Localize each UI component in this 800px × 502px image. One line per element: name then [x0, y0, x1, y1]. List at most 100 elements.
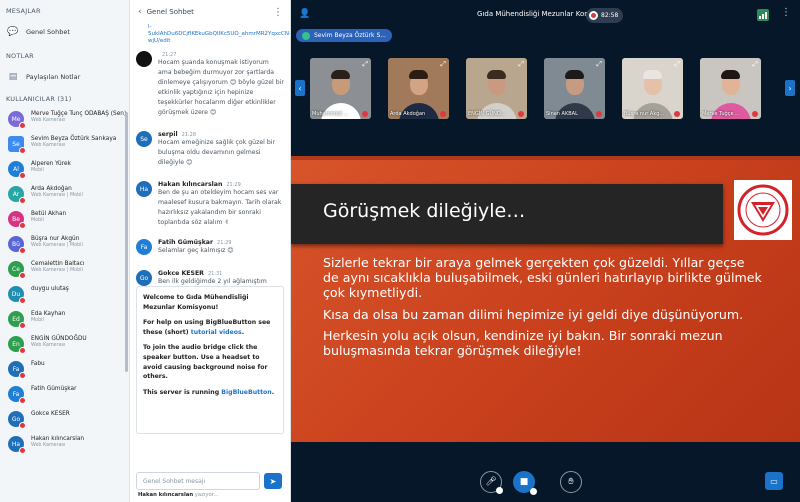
presentation-area: 👤 Gıda Mühendisliği Mezunlar Komisyonu 8… — [291, 0, 800, 502]
user-status-dot — [19, 397, 26, 404]
user-item[interactable]: Go Gokce KESER — [0, 408, 129, 433]
user-status-dot — [19, 347, 26, 354]
webcam-tile[interactable]: ⤢ Muhammed ... — [310, 58, 371, 119]
chat-title: Genel Sohbet — [146, 8, 194, 16]
user-initials: Fa — [12, 390, 20, 398]
slide-paragraph-1: Sizlerle tekrar bir araya gelmek gerçekt… — [323, 255, 762, 300]
tutorial-videos-link[interactable]: tutorial videos — [191, 329, 242, 336]
webcam-next-arrow[interactable]: › — [785, 80, 795, 96]
webcam-tile[interactable]: ⤢ Arda Akdoğan — [388, 58, 449, 119]
shared-link[interactable]: l-5ukIAhDu6DCjflKEkuGbQIIKc5UO_ahmrMR2Yq… — [148, 24, 290, 45]
typing-suffix: yazıyor... — [193, 492, 219, 498]
user-initials: Al — [13, 165, 19, 173]
webcam-tile[interactable]: ⤢ Büşra nur Akg... — [622, 58, 683, 119]
user-avatar: Fa — [8, 361, 26, 379]
user-initials: Ar — [12, 190, 20, 198]
user-name: Fabu — [31, 361, 45, 367]
webcam-strip: ⤢ Muhammed ... ⤢ Arda Akdoğan ⤢ ENGİN GÜND...… — [310, 58, 780, 119]
user-item[interactable]: Al Alperen Yürek Mobil — [0, 158, 129, 183]
webcam-tile[interactable]: ⤢ Merve Tuğçe ... — [700, 58, 761, 119]
chat-header: ‹ Genel Sohbet ⋮ — [130, 0, 290, 24]
options-menu-icon[interactable]: ⋮ — [781, 7, 791, 18]
fullscreen-icon[interactable]: ⤢ — [440, 60, 446, 69]
user-status-dot — [19, 372, 26, 379]
welcome-server-text: This server is running — [143, 388, 222, 396]
user-initials: Me — [11, 115, 21, 123]
toggle-chat-button[interactable]: ▭ — [765, 472, 783, 490]
welcome-line1: Welcome to Gıda Mühendisliği Mezunlar Ko… — [143, 294, 249, 311]
user-status-dot — [19, 172, 26, 179]
note-icon: ▤ — [8, 72, 18, 82]
shared-notes-item[interactable]: ▤ Paylaşılan Notlar — [6, 70, 125, 84]
mute-button[interactable]: 🎤︎ — [480, 471, 503, 494]
notes-section-title: NOTLAR — [6, 52, 34, 60]
user-item[interactable]: Ar Arda Akdoğan Web Kamerası | Mobil — [0, 183, 129, 208]
record-icon — [589, 11, 598, 20]
fullscreen-icon[interactable]: ⤢ — [752, 60, 758, 69]
webcam-user-label: ENGİN GÜND... — [468, 111, 506, 117]
slide-body: Sizlerle tekrar bir araya gelmek gerçekt… — [323, 255, 763, 366]
user-item[interactable]: Du duygu ulutaş — [0, 283, 129, 308]
user-item[interactable]: Fa Fabu — [0, 358, 129, 383]
webcam-tile[interactable]: ⤢ ENGİN GÜND... — [466, 58, 527, 119]
connection-status-icon[interactable] — [757, 9, 769, 21]
fullscreen-icon[interactable]: ⤢ — [362, 60, 368, 69]
fullscreen-icon[interactable]: ⤢ — [518, 60, 524, 69]
chat-panel: ‹ Genel Sohbet ⋮ l-5ukIAhDu6DCjflKEkuGbQ… — [130, 0, 291, 502]
recording-indicator[interactable]: 82:58 — [586, 8, 623, 23]
user-device: Web Kamerası | Mobil — [31, 243, 83, 249]
university-seal-icon — [737, 184, 789, 236]
user-item[interactable]: Ha Hakan kılıncarslan Web Kamerası — [0, 433, 129, 458]
talking-indicator[interactable]: Sevim Beyza Öztürk S... — [296, 29, 392, 42]
left-sidebar: MESAJLAR 💬 Genel Sohbet NOTLAR ▤ Paylaşı… — [0, 0, 130, 502]
user-item[interactable]: En ENGİN GÜNDOĞDU Web Kamerası — [0, 333, 129, 358]
chevron-left-icon: ‹ — [298, 83, 302, 93]
user-initials: Bü — [12, 240, 20, 248]
recording-time: 82:58 — [601, 12, 619, 19]
send-button[interactable]: ➤ — [264, 473, 282, 489]
user-avatar: Bü — [8, 236, 26, 254]
message-initials: Fa — [140, 243, 148, 251]
users-scrollbar[interactable] — [125, 112, 128, 372]
chat-message: 21:27 Hocam şuanda konuşmak istiyorum ama… — [136, 51, 284, 118]
user-item[interactable]: Ce Cemalettin Baltacı Web Kamerası | Mobil — [0, 258, 129, 283]
chat-message: Fa Fatih Gümüşkar 21:29 Selamlar geç kalmış… — [136, 239, 284, 256]
message-initials: Se — [140, 135, 148, 143]
user-item[interactable]: Bü Büşra nur Akgün Web Kamerası | Mobil — [0, 233, 129, 258]
message-sender: Hakan kılıncarslan — [158, 181, 223, 188]
back-chevron-icon[interactable]: ‹ — [138, 7, 142, 17]
person-hair — [643, 70, 662, 79]
webcam-user-label: Arda Akdoğan — [390, 111, 426, 117]
shared-notes-label: Paylaşılan Notlar — [26, 73, 81, 81]
user-device: Web Kamerası — [31, 443, 66, 449]
user-device: Web Kamerası | Mobil — [31, 193, 83, 199]
user-item[interactable]: Fa Fatih Gümüşkar — [0, 383, 129, 408]
chat-options-icon[interactable]: ⋮ — [273, 7, 283, 18]
slide-title: Görüşmek dileğiyle… — [323, 200, 526, 222]
webcam-prev-arrow[interactable]: ‹ — [295, 80, 305, 96]
chevron-right-icon: › — [788, 83, 792, 93]
person-hair — [331, 70, 350, 79]
person-hair — [487, 70, 506, 79]
user-status-dot — [19, 447, 26, 454]
hand-icon: ✋︎ — [568, 477, 574, 487]
welcome-server-end: . — [271, 388, 275, 396]
message-initials: Go — [139, 274, 149, 282]
user-item[interactable]: Ed Eda Kayhan Mobil — [0, 308, 129, 333]
muted-mic-icon — [518, 111, 524, 117]
person-hair — [721, 70, 740, 79]
user-avatar: Ed — [8, 311, 26, 329]
slide-paragraph-3: Herkesin yolu açık olsun, kendinize iyi … — [323, 328, 723, 359]
user-item[interactable]: Se Sevim Beyza Öztürk Sarıkaya Web Kameras… — [0, 133, 129, 158]
fullscreen-icon[interactable]: ⤢ — [674, 60, 680, 69]
user-item[interactable]: Be Betül Akhan Mobil — [0, 208, 129, 233]
user-avatar: Be — [8, 211, 26, 229]
public-chat-item[interactable]: 💬 Genel Sohbet — [6, 25, 125, 39]
chat-message-input[interactable]: Genel Sohbet mesajı — [136, 472, 260, 490]
user-item[interactable]: Me Merve Tuğçe Tunç ODABAŞ (Sen) Web Kamer… — [0, 108, 129, 133]
webcam-tile[interactable]: ⤢ Sinan AKBAL — [544, 58, 605, 119]
bigbluebutton-link[interactable]: BigBlueButton — [221, 389, 271, 396]
fullscreen-icon[interactable]: ⤢ — [596, 60, 602, 69]
webcam-button[interactable]: ■ — [513, 471, 537, 495]
raise-hand-button[interactable]: ✋︎ — [560, 471, 582, 493]
